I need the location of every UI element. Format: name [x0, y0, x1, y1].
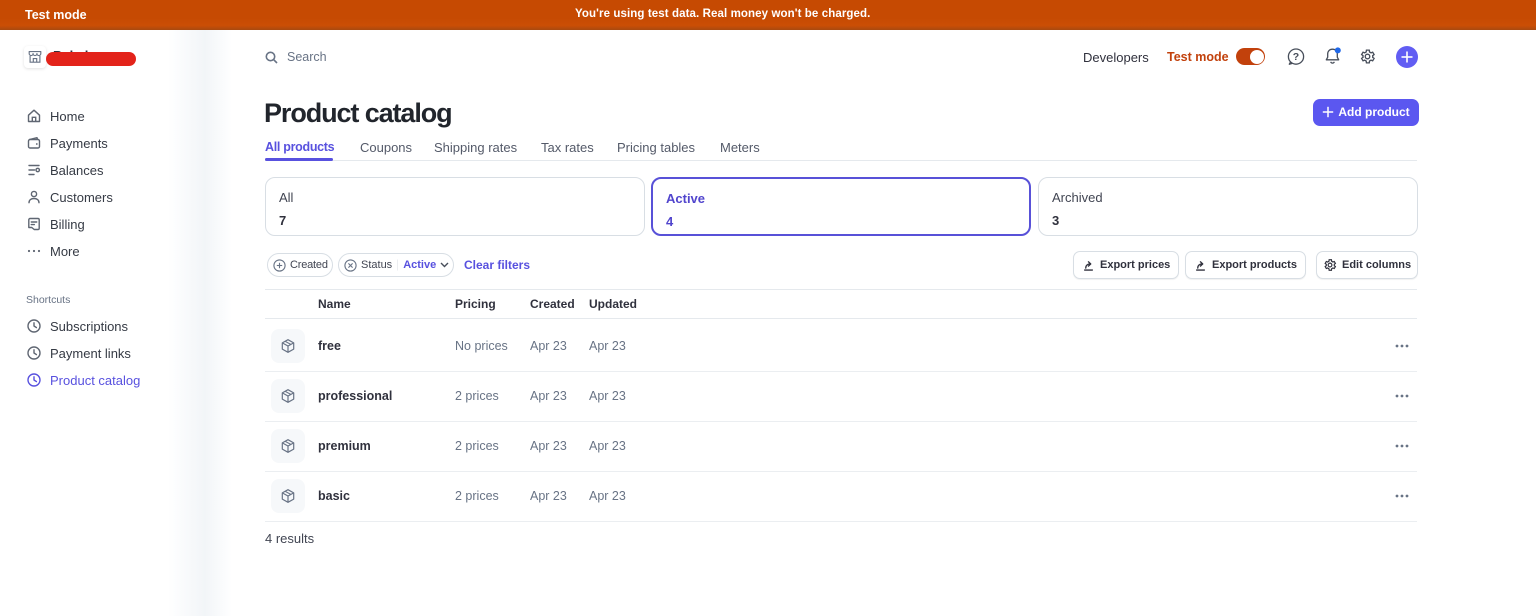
svg-text:?: ? — [1293, 51, 1299, 63]
